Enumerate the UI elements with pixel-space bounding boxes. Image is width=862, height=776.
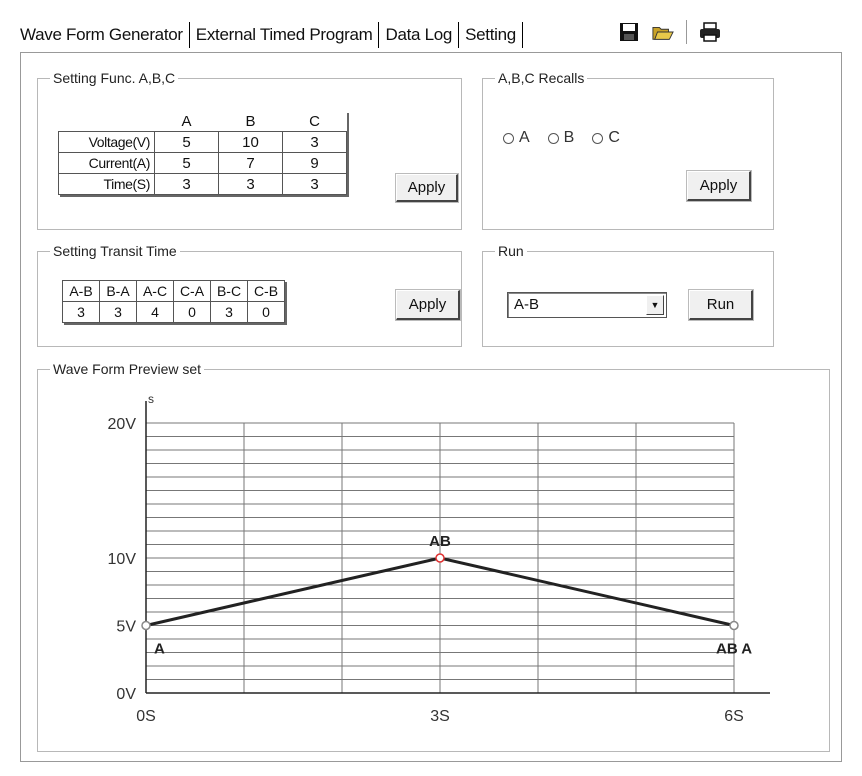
point-label: AB A [716,641,752,658]
tab-setting[interactable]: Setting [459,21,522,49]
func-col-header: A [154,111,219,132]
recall-radio-b[interactable]: B [547,129,575,147]
data-point [435,553,445,563]
func-cell[interactable]: 3 [218,173,283,195]
radio-label: C [608,129,620,146]
x-tick-label: 6S [724,708,744,725]
chevron-down-icon[interactable]: ▼ [646,295,664,315]
setting-func-group: Setting Func. A,B,C A B C Voltage(V) 5 1… [37,69,462,230]
transit-cell[interactable]: 3 [62,301,100,323]
transit-cell[interactable]: 0 [247,301,285,323]
toolbar [618,20,721,44]
func-col-header: C [282,111,347,132]
y-tick-label: 5V [116,619,136,636]
recall-radio-group: A B C [503,129,620,147]
func-cell[interactable]: 10 [218,131,283,153]
radio-circle-icon [547,132,559,144]
func-row-header: Time(S) [58,173,155,195]
func-table-corner [59,111,155,132]
recall-radio-a[interactable]: A [503,129,530,147]
transit-cell[interactable]: 0 [173,301,211,323]
radio-circle-icon [503,132,514,144]
data-point [729,620,739,631]
tab-data-log[interactable]: Data Log [379,21,458,49]
radio-label: A [519,129,530,146]
y-tick-label: 20V [108,416,137,433]
transit-col-header: B-C [210,280,248,302]
radio-circle-icon [592,132,604,144]
floppy-disk-icon[interactable] [618,21,640,43]
transit-apply-button[interactable]: Apply [395,289,461,321]
printer-icon[interactable] [699,21,721,43]
y-tick-label: 10V [108,551,137,568]
tab-separator [521,22,523,48]
open-folder-icon[interactable] [652,21,674,43]
func-cell[interactable]: 5 [154,152,219,174]
wave-form-preview-group: Wave Form Preview set s 0V 5V 10V 20V 0S 3S 6S A… [37,360,830,752]
run-button[interactable]: Run [688,289,754,321]
recall-radio-c[interactable]: C [592,129,620,147]
transit-time-title: Setting Transit Time [50,242,180,260]
transit-col-header: A-B [62,280,100,302]
transit-col-header: C-A [173,280,211,302]
recalls-apply-button[interactable]: Apply [686,170,752,202]
transit-time-group: Setting Transit Time A-B B-A A-C C-A B-C… [37,242,462,347]
run-title: Run [495,242,527,260]
radio-label: B [563,129,575,146]
func-cell[interactable]: 5 [154,131,219,153]
run-group: Run A-B ▼ Run [482,242,774,347]
tab-external-timed-program[interactable]: External Timed Program [190,21,379,49]
transit-table: A-B B-A A-C C-A B-C C-B 3 3 4 0 3 0 [62,280,285,323]
transit-col-header: A-C [136,280,174,302]
run-select-value: A-B [514,296,540,313]
func-row-header: Voltage(V) [58,131,155,153]
func-cell[interactable]: 3 [154,173,219,195]
x-tick-label: 3S [430,708,450,725]
transit-col-header: C-B [247,280,285,302]
transit-cell[interactable]: 3 [210,301,248,323]
toolbar-separator [686,20,687,44]
tab-wave-form-generator[interactable]: Wave Form Generator [20,21,189,49]
transit-col-header: B-A [99,280,137,302]
func-cell[interactable]: 9 [282,152,347,174]
func-cell[interactable]: 3 [282,173,347,195]
wave-form-generator-panel: Setting Func. A,B,C A B C Voltage(V) 5 1… [20,52,842,762]
func-cell[interactable]: 7 [218,152,283,174]
run-sequence-select[interactable]: A-B ▼ [507,292,667,318]
point-label: AB [429,533,451,550]
func-cell[interactable]: 3 [282,131,347,153]
func-apply-button[interactable]: Apply [395,173,459,203]
recalls-group: A,B,C Recalls A B C Apply [482,69,774,230]
func-row-header: Current(A) [58,152,155,174]
setting-func-title: Setting Func. A,B,C [50,69,179,87]
func-table: A B C Voltage(V) 5 10 3 Current(A) 5 7 9… [58,111,347,195]
transit-cell[interactable]: 4 [136,301,174,323]
tab-bar: Wave Form Generator External Timed Progr… [20,20,523,50]
y-tick-label: 0V [116,686,136,703]
data-point [141,620,151,631]
wave-form-chart: s 0V 5V 10V 20V 0S 3S 6S A AB AB A [108,392,770,725]
x-tick-label: 0S [136,708,156,725]
point-label: A [154,641,165,658]
transit-cell[interactable]: 3 [99,301,137,323]
recalls-title: A,B,C Recalls [495,69,588,87]
y-axis-label: s [148,392,154,406]
func-col-header: B [218,111,283,132]
